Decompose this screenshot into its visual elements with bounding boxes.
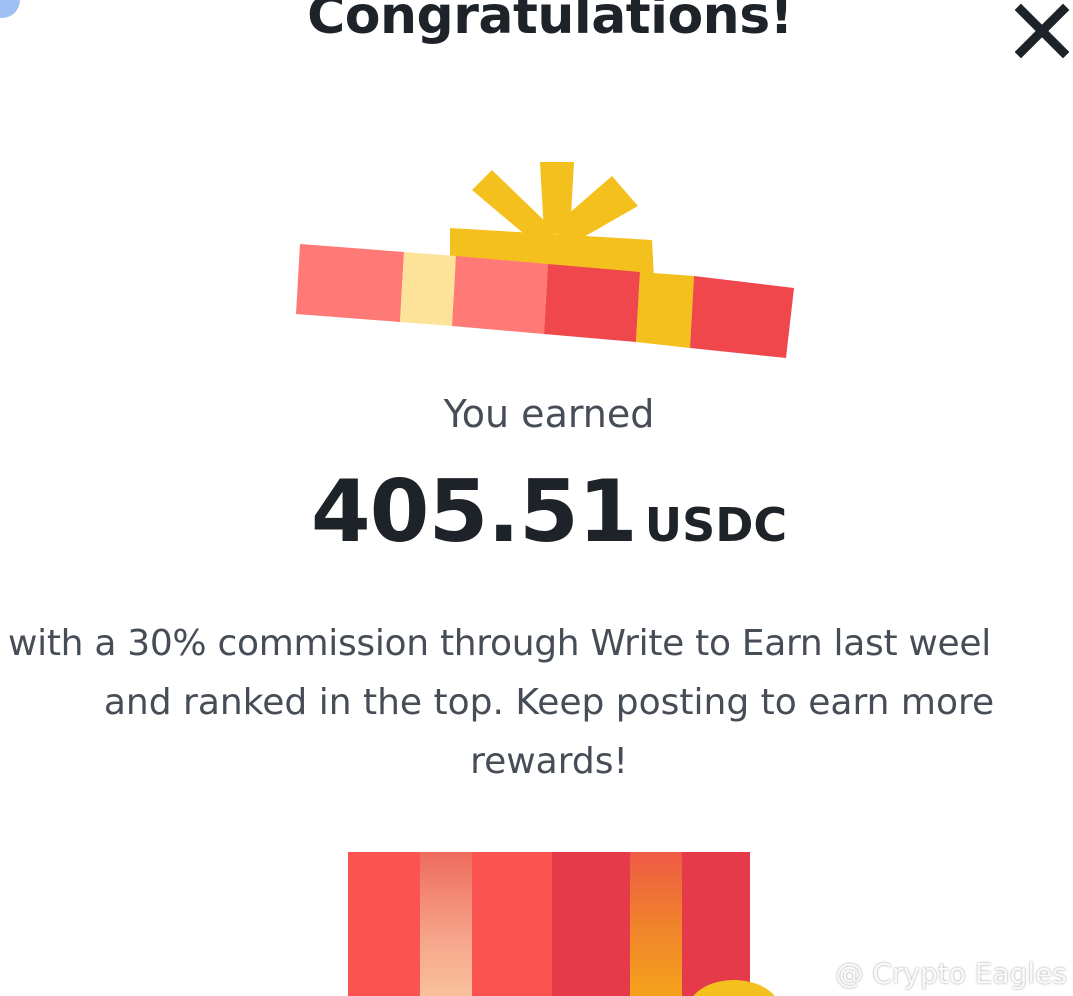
description-line: and ranked in the top. Keep posting to e… xyxy=(103,682,995,723)
reward-description: with a 30% commission through Write to E… xyxy=(0,614,1073,791)
watermark-text: @ Crypto Eagles xyxy=(835,956,1067,990)
description-line: rewards! xyxy=(470,741,628,782)
amount-value: 405.51 xyxy=(310,462,638,562)
earned-label: You earned xyxy=(443,392,655,436)
binance-logo-icon xyxy=(796,957,829,989)
description-line: with a 30% commission through Write to E… xyxy=(8,623,991,664)
amount-unit: USDC xyxy=(644,498,788,552)
reward-amount: 405.51 USDC xyxy=(0,462,1073,562)
gift-lid-illustration xyxy=(296,162,794,358)
watermark: @ Crypto Eagles xyxy=(795,956,1067,990)
